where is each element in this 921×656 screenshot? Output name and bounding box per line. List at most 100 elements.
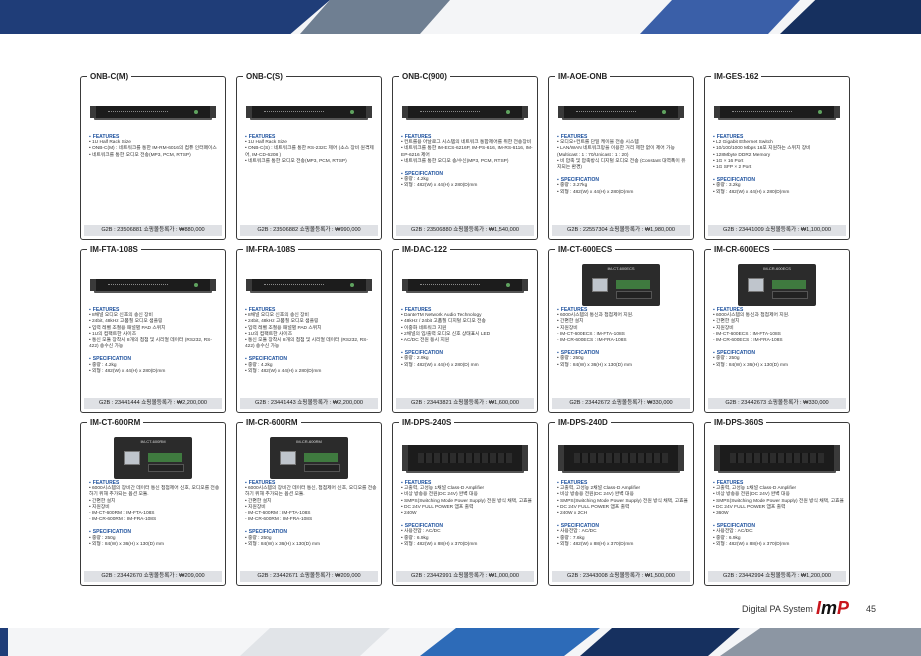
module-device: IM-CT-600ECS: [582, 264, 660, 306]
product-name: ONB-C(900): [399, 71, 450, 82]
product-image: [402, 264, 528, 306]
rack-ear: [402, 279, 408, 291]
product-card: IM-FTA-108S FEATURES• 8채널 오디오 신호의 송신 장비• …: [80, 244, 226, 413]
bottom-band-stripe: [720, 628, 921, 656]
top-band-stripe: [0, 0, 330, 34]
module-device: IM-CR-600ECS: [738, 264, 816, 306]
ethernet-port-icon: [592, 278, 608, 292]
rack-ear: [366, 279, 372, 291]
terminal-block-icon: [616, 280, 650, 289]
product-name: IM-DAC-122: [399, 244, 450, 255]
product-image: [90, 264, 216, 306]
price-bar: G2B : 23442994 쇼핑몰등록가 : ₩1,200,000: [708, 571, 846, 582]
product-description: FEATURES• 8채널 오디오 신호의 송신 장비• 24bit, 48kH…: [245, 305, 377, 375]
product-name: IM-CT-600RM: [87, 417, 144, 428]
product-description: FEATURES• 6000시스템의 장비간 데이터 통신, 접점제어 신호, …: [245, 478, 377, 548]
front-panel-controls: [264, 284, 324, 287]
status-led-icon: [506, 110, 510, 114]
connector-icon: [304, 464, 340, 472]
brand-logo: ImP: [816, 598, 850, 618]
module-label: IM-CT-600RM: [140, 439, 166, 444]
spec-item: • 외형 : 482(W) x 44(H) x 280(D)mm: [557, 189, 634, 195]
rack-ear: [90, 279, 96, 291]
vent-grille: [574, 453, 668, 463]
module-label: IM-CR-600ECS: [763, 266, 791, 271]
connector-icon: [772, 291, 808, 299]
product-card: IM-CR-600RM IM-CR-600RM FEATURES• 6000시스템의…: [236, 417, 382, 586]
spec-item: • 외형 : 482(W) x 44(H) x 280(D)mm: [245, 368, 322, 374]
feature-item: • 비 압축 및 압축방식 디지털 오디오 전송 (Constant 대역폭이 …: [557, 158, 686, 171]
product-description: FEATURES• 고출력, 고성능 2채널 Class-D Amplifier…: [557, 478, 689, 548]
front-panel-controls: [420, 111, 480, 114]
connector-icon: [148, 464, 184, 472]
front-panel-controls: [108, 284, 168, 287]
bottom-band-stripe: [0, 628, 8, 656]
product-name: IM-DPS-240S: [399, 417, 455, 428]
product-description: FEATURES• 6000시스템의 통신과 접점제어 지원.• 간편한 설치•…: [713, 305, 845, 369]
product-name: IM-DPS-360S: [711, 417, 767, 428]
product-card: IM-FRA-108S FEATURES• 8채널 오디오 신호의 송신 장비• …: [236, 244, 382, 413]
product-name: IM-CR-600RM: [243, 417, 301, 428]
front-panel-controls: [264, 111, 324, 114]
bottom-band-stripe: [240, 628, 390, 656]
product-image: [558, 91, 684, 133]
spec-item: • 외형 : 84(W) x 36(H) x 130(D) mm: [89, 541, 165, 547]
price-bar: G2B : 23441444 쇼핑몰등록가 : ₩2,200,000: [84, 398, 222, 409]
rack-ear: [834, 106, 840, 118]
spec-item: • 외형 : 482(W) x 44(H) x 280(D)mm: [713, 189, 790, 195]
product-image: IM-CR-600RM: [249, 437, 369, 479]
top-decorative-band: [0, 0, 921, 34]
price-bar: G2B : 23442991 쇼핑몰등록가 : ₩1,000,000: [396, 571, 534, 582]
terminal-block-icon: [304, 453, 338, 462]
product-card: ONB-C(M) FEATURES• 1U Half Rack Size• ONB…: [80, 71, 226, 240]
spec-item: • 외형 : 482(W) x 44(H) x 280(D)mm: [401, 183, 478, 189]
rack-ear: [714, 106, 720, 118]
product-card: IM-CT-600RM IM-CT-600RM FEATURES• 6000시스템의…: [80, 417, 226, 586]
product-image: [246, 91, 372, 133]
price-bar: G2B : 23443821 쇼핑몰등록가 : ₩1,600,000: [396, 398, 534, 409]
price-bar: G2B : 22557304 쇼핑몰등록가 : ₩1,980,000: [552, 225, 690, 236]
product-description: FEATURES• 6000시스템의 장비간 데이터 통신 접점제어 신호, 오…: [89, 478, 221, 548]
footer-label: Digital PA System: [742, 604, 813, 614]
product-description: FEATURES• 고출력, 고성능 1채널 Class-D Amplifier…: [713, 478, 845, 548]
rack-unit-device: [402, 106, 528, 118]
status-led-icon: [194, 283, 198, 287]
product-image: [714, 437, 840, 479]
feature-item: • SMPS(Switching Mode Power Supply) 전원 방…: [401, 498, 532, 504]
bottom-band-stripe: [580, 628, 740, 656]
price-bar: G2B : 23442673 쇼핑몰등록가 : ₩330,000: [708, 398, 846, 409]
product-name: IM-AOE-ONB: [555, 71, 611, 82]
rack-unit-device: [246, 106, 372, 118]
feature-item: • ONB-C(M) : 네트워크를 통한 IM-RM-6016의 컴퓨 인터페…: [89, 146, 217, 152]
vent-grille: [730, 453, 824, 463]
price-bar: G2B : 23442672 쇼핑몰등록가 : ₩330,000: [552, 398, 690, 409]
rack-amplifier-device: [714, 445, 840, 471]
connector-icon: [616, 291, 652, 299]
spec-item: • 외형 : 482(W) x 88(H) x 370(D)mm: [557, 541, 634, 547]
status-led-icon: [818, 110, 822, 114]
product-card: IM-DAC-122 FEATURES• DanteTM Network Audi…: [392, 244, 538, 413]
product-name: IM-GES-162: [711, 71, 762, 82]
price-bar: G2B : 23441009 쇼핑몰등록가 : ₩1,100,000: [708, 225, 846, 236]
rack-ear: [834, 445, 840, 471]
front-panel-controls: [108, 111, 168, 114]
product-image: [402, 437, 528, 479]
product-card: ONB-C(S) FEATURES• 1U Half Rack Size• ONB…: [236, 71, 382, 240]
rack-ear: [558, 445, 564, 471]
product-card: IM-AOE-ONB FEATURES• 오디오+컨트롤 단일 케이블 전송 시스…: [548, 71, 694, 240]
spec-item: • 외형 : 84(W) x 36(H) x 130(D) mm: [245, 541, 321, 547]
spec-item: • 외형 : 482(W) x 88(H) x 370(D)mm: [401, 541, 478, 547]
top-band-stripe: [640, 0, 800, 34]
spec-item: • 외형 : 482(W) x 88(H) x 370(D)mm: [713, 541, 790, 547]
rack-ear: [246, 106, 252, 118]
feature-item: • ONB-C(S) : 네트워크를 통한 RS-232C 제어 (소스 장비 …: [245, 146, 374, 158]
rack-amplifier-device: [402, 445, 528, 471]
rack-ear: [210, 106, 216, 118]
rack-unit-device: [402, 279, 528, 291]
rack-ear: [678, 445, 684, 471]
price-bar: G2B : 23442671 쇼핑몰등록가 : ₩209,000: [240, 571, 378, 582]
